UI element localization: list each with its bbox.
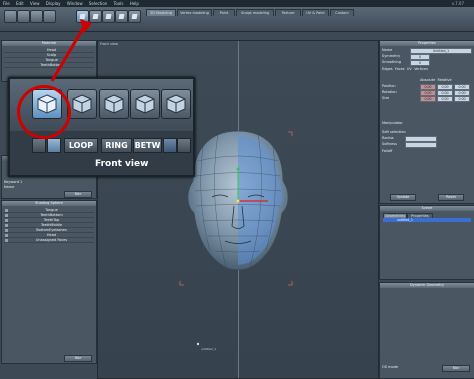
invert-selection-icon[interactable]: [177, 138, 191, 153]
list-item-label: TeethTop: [43, 218, 60, 222]
size-label: Size: [382, 96, 390, 100]
select-mode-icon[interactable]: [32, 138, 46, 153]
menu-help[interactable]: Help: [130, 0, 139, 7]
tab-texture[interactable]: Texture: [275, 9, 301, 16]
checkbox[interactable]: [5, 233, 8, 237]
scene-panel: Scene Geometries Properties untitled_1: [379, 205, 474, 280]
panel-title: Properties: [380, 41, 474, 46]
nbr-button[interactable]: Nbr: [442, 365, 470, 372]
shading-panel: Shading Sphere Tongue TeethBottom TeethT…: [1, 200, 97, 364]
property-label: Name: [382, 48, 393, 52]
tab-uv-paint[interactable]: UV & Paint: [302, 9, 329, 16]
menu-selection[interactable]: Selection: [89, 0, 107, 7]
scene-item-selected[interactable]: untitled_1: [383, 218, 471, 222]
list-item-label: TeethMiddle: [40, 223, 62, 227]
checkbox[interactable]: [5, 223, 8, 227]
list-item-label: Unassigned Faces: [35, 238, 68, 242]
property-label: Symmetry: [382, 54, 401, 58]
manipulator-label: Manipulator: [382, 121, 403, 125]
menu-edit[interactable]: Edit: [16, 0, 24, 7]
checkbox-faces[interactable]: Faces: [395, 67, 405, 71]
panel-title: Scene: [380, 206, 474, 211]
checkbox-vertices[interactable]: Vertices: [414, 67, 428, 71]
os-mode-label: OS mode: [382, 365, 399, 369]
list-item-label: Tongue: [45, 208, 58, 212]
menu-view[interactable]: View: [30, 0, 40, 7]
select-face-cube-icon[interactable]: [99, 89, 129, 119]
keyword-row: Keyword 1: [4, 180, 94, 184]
size-z-field[interactable]: 0.00: [454, 96, 470, 102]
move-icon[interactable]: [17, 10, 30, 23]
checkbox[interactable]: [5, 213, 8, 217]
loop-button[interactable]: LOOP: [64, 138, 98, 153]
checkbox-uv[interactable]: UV: [407, 67, 412, 71]
menu-window[interactable]: Window: [67, 0, 83, 7]
tab-paint[interactable]: Paint: [213, 9, 235, 16]
tab-vertex-modeling[interactable]: Vertex modeling: [177, 9, 212, 16]
size-y-field[interactable]: 0.00: [437, 96, 453, 102]
display-checks: Edges Faces UV Vertices: [382, 67, 472, 71]
falloff-label: Falloff: [382, 149, 393, 153]
dynamic-geometry-panel: Dynamic Geometry OS mode Nbr: [379, 282, 474, 379]
version-label: v.7.07: [451, 1, 464, 6]
list-item-label: BottomEyelashes: [36, 228, 67, 232]
menu-file[interactable]: File: [3, 0, 10, 7]
object-label: untitled_1: [201, 347, 216, 351]
checkbox[interactable]: [5, 208, 8, 212]
list-item[interactable]: Unassigned Faces: [4, 238, 94, 243]
position-label: Position: [382, 84, 396, 88]
keyword-label: Keyword 1: [4, 180, 23, 184]
soft-selection-row[interactable]: Soft selection: [382, 130, 472, 134]
softness-label: Softness: [382, 142, 397, 146]
select-icon[interactable]: [4, 10, 17, 23]
select-edge-cube-icon[interactable]: [67, 89, 97, 119]
menu-bar: File Edit View Display Window Selection …: [0, 0, 474, 7]
smoothing-field[interactable]: 0: [410, 60, 430, 66]
checkbox[interactable]: [5, 228, 8, 232]
panel-title: Dynamic Geometry: [380, 283, 474, 288]
cube-icon[interactable]: [115, 10, 128, 23]
checkbox[interactable]: [5, 238, 8, 242]
menu-display[interactable]: Display: [46, 0, 61, 7]
select-object-cube-icon[interactable]: [130, 89, 160, 119]
cube-icon[interactable]: [128, 10, 141, 23]
rotation-label: Rotation: [382, 90, 397, 94]
nbr-button[interactable]: Nbr: [64, 191, 92, 198]
soft-selection-label: Soft selection: [382, 130, 406, 134]
paint-select-icon[interactable]: [47, 138, 61, 153]
size-x-field[interactable]: 0.00: [420, 96, 436, 102]
inset-front-view-label: Front view: [95, 159, 149, 169]
cube-icon[interactable]: [102, 10, 115, 23]
softness-slider[interactable]: [405, 142, 437, 148]
radio-absolute[interactable]: Absolute: [420, 78, 435, 82]
panel-title: Shading Sphere: [2, 201, 96, 206]
mode-radio: Absolute Relative: [420, 78, 472, 82]
manipulator-row[interactable]: Manipulator: [382, 121, 472, 125]
list-item-label: Head: [46, 233, 57, 237]
highlight-circle: [17, 85, 71, 139]
falloff-row[interactable]: Falloff: [382, 149, 472, 153]
checkbox[interactable]: [5, 218, 8, 222]
select-mesh-cube-icon[interactable]: [161, 89, 191, 119]
tab-sculpt-modeling[interactable]: Sculpt modeling: [236, 9, 274, 16]
highlight-arrow-icon: [50, 19, 92, 82]
list-item-label: TeethBottom: [40, 213, 63, 217]
ring-button[interactable]: RING: [101, 138, 132, 153]
nbr-button[interactable]: Nbr: [64, 355, 92, 362]
name-label: Name: [4, 185, 15, 189]
checkbox-edges[interactable]: Edges: [382, 67, 393, 71]
properties-panel: Properties Name Untitled_1 Symmetry X Sm…: [379, 40, 474, 204]
radius-label: Radius: [382, 136, 394, 140]
property-label: Smoothing: [382, 60, 401, 64]
tab-custom[interactable]: Custom: [330, 9, 354, 16]
name-row: Name: [4, 185, 94, 189]
grow-selection-icon[interactable]: [163, 138, 177, 153]
between-button[interactable]: BETW: [133, 138, 162, 153]
tab-3d-modeling[interactable]: 3D Modeling: [146, 9, 176, 16]
update-button[interactable]: Update: [390, 194, 416, 201]
menu-tools[interactable]: Tools: [114, 0, 124, 7]
reset-button[interactable]: Reset: [438, 194, 464, 201]
radio-relative[interactable]: Relative: [438, 78, 452, 82]
